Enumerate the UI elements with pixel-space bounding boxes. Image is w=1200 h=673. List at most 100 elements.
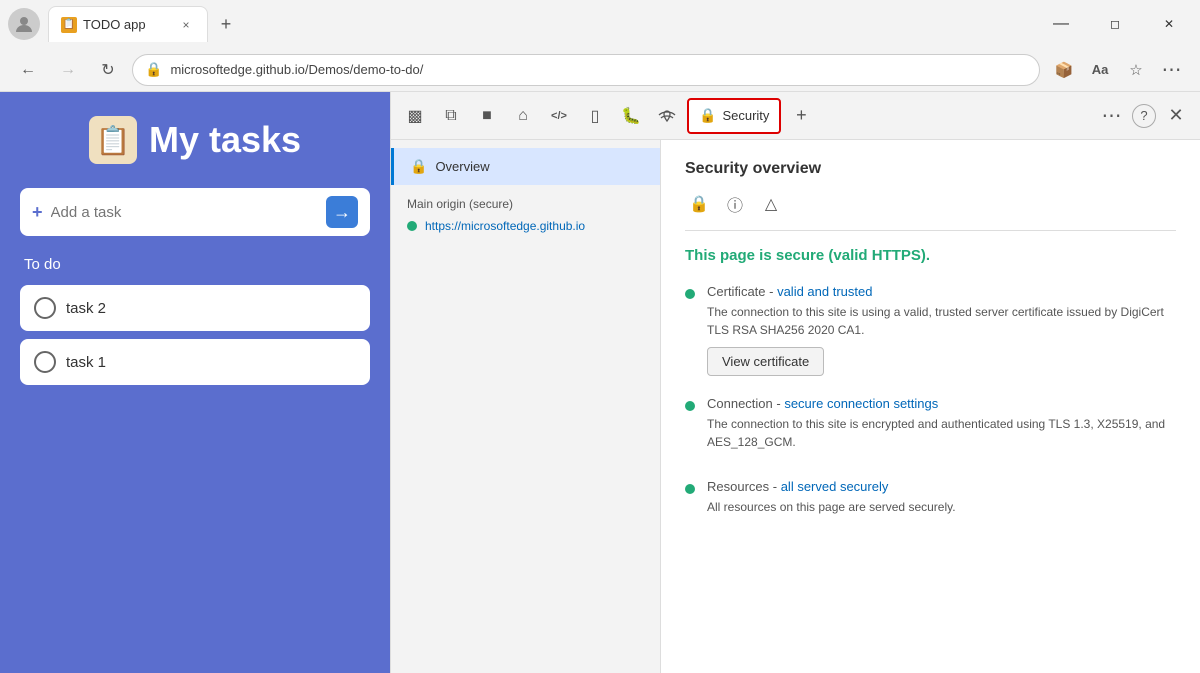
copy-tool-button[interactable]: ⧉ [435, 100, 467, 132]
connection-bullet [685, 401, 695, 411]
devtools-help-button[interactable]: ? [1132, 104, 1156, 128]
connection-content: Connection - secure connection settings … [707, 396, 1176, 459]
resources-section: Resources - all served securely All reso… [685, 479, 1176, 524]
more-menu-button[interactable]: ⋯ [1156, 54, 1188, 86]
task-label: task 1 [66, 354, 106, 371]
tab-favicon: 📋 [61, 17, 77, 33]
app-icon: 📋 [89, 116, 137, 164]
browser-content: 📋 My tasks + → To do task 2 task 1 [0, 92, 1200, 673]
add-tab-button[interactable]: + [785, 100, 817, 132]
view-certificate-button[interactable]: View certificate [707, 347, 824, 376]
devtools-close-button[interactable]: ✕ [1160, 100, 1192, 132]
security-main: Security overview 🔒 ⓘ △ This page is sec… [661, 140, 1200, 673]
certificate-bullet [685, 289, 695, 299]
security-sidebar: 🔒 Overview Main origin (secure) https://… [391, 140, 661, 673]
overview-nav-label: Overview [435, 159, 489, 174]
connection-link[interactable]: secure connection settings [784, 396, 938, 411]
close-button[interactable]: ✕ [1146, 8, 1192, 40]
nav-bar: ← → ↻ 🔒 microsoftedge.github.io/Demos/de… [0, 48, 1200, 92]
connection-title-plain: Connection - [707, 396, 784, 411]
connection-item: Connection - secure connection settings … [685, 396, 1176, 459]
add-task-input[interactable] [51, 204, 326, 221]
favorites-icon[interactable]: ☆ [1120, 54, 1152, 86]
certificate-content: Certificate - valid and trusted The conn… [707, 284, 1176, 376]
task-item[interactable]: task 2 [20, 285, 370, 331]
secure-message: This page is secure (valid HTTPS). [685, 247, 1176, 264]
sidebar-tool-button[interactable]: ■ [471, 100, 503, 132]
bug-tool-button[interactable]: 🐛 [615, 100, 647, 132]
security-icon-bar: 🔒 ⓘ △ [685, 190, 1176, 231]
devtools-more-button[interactable]: ⋯ [1096, 100, 1128, 132]
devtools-panel: ▩ ⧉ ■ ⌂ </> ▯ 🐛 🔒 Security [390, 92, 1200, 673]
code-tool-button[interactable]: </> [543, 100, 575, 132]
lock-status-icon[interactable]: 🔒 [685, 190, 713, 218]
home-tool-button[interactable]: ⌂ [507, 100, 539, 132]
origin-item: https://microsoftedge.github.io [407, 219, 644, 233]
device-tool-button[interactable]: ▯ [579, 100, 611, 132]
todo-section-title: To do [20, 256, 61, 273]
tab-close-button[interactable]: × [177, 16, 195, 34]
origin-section: Main origin (secure) https://microsofted… [391, 185, 660, 245]
security-tab-label: Security [722, 108, 769, 123]
read-aloud-icon[interactable]: Aa [1084, 54, 1116, 86]
info-status-icon[interactable]: ⓘ [721, 190, 749, 218]
nav-actions: 📦 Aa ☆ ⋯ [1048, 54, 1188, 86]
resources-item: Resources - all served securely All reso… [685, 479, 1176, 524]
warning-status-icon[interactable]: △ [757, 190, 785, 218]
connection-title: Connection - secure connection settings [707, 396, 1176, 411]
security-tab-icon: 🔒 [699, 107, 716, 124]
network-tool-button[interactable] [651, 100, 683, 132]
connection-description: The connection to this site is encrypted… [707, 415, 1176, 451]
resources-title: Resources - all served securely [707, 479, 1176, 494]
origin-label: Main origin (secure) [407, 197, 644, 211]
profile-icon[interactable] [8, 8, 40, 40]
certificate-item: Certificate - valid and trusted The conn… [685, 284, 1176, 376]
resources-link[interactable]: all served securely [781, 479, 889, 494]
security-tab[interactable]: 🔒 Security [687, 98, 781, 134]
tab-title: TODO app [83, 17, 171, 32]
origin-link[interactable]: https://microsoftedge.github.io [425, 219, 585, 233]
title-bar-controls: — ◻ ✕ [1038, 8, 1192, 40]
active-tab[interactable]: 📋 TODO app × [48, 6, 208, 42]
origin-dot [407, 221, 417, 231]
certificate-section: Certificate - valid and trusted The conn… [685, 284, 1176, 376]
cast-tool-button[interactable]: ▩ [399, 100, 431, 132]
app-title: My tasks [149, 119, 301, 161]
security-overview-nav[interactable]: 🔒 Overview [391, 148, 660, 185]
app-header: 📋 My tasks [89, 116, 301, 164]
certificate-link[interactable]: valid and trusted [777, 284, 872, 299]
title-bar: 📋 TODO app × + — ◻ ✕ [0, 0, 1200, 48]
address-text: microsoftedge.github.io/Demos/demo-to-do… [170, 62, 1027, 77]
certificate-title: Certificate - valid and trusted [707, 284, 1176, 299]
resources-title-plain: Resources - [707, 479, 781, 494]
certificate-title-plain: Certificate - [707, 284, 777, 299]
add-task-button[interactable]: → [326, 196, 358, 228]
new-tab-button[interactable]: + [212, 10, 240, 38]
resources-content: Resources - all served securely All reso… [707, 479, 1176, 524]
task-checkbox[interactable] [34, 351, 56, 373]
tab-bar: 📋 TODO app × + [48, 6, 1030, 42]
devtools-toolbar: ▩ ⧉ ■ ⌂ </> ▯ 🐛 🔒 Security [391, 92, 1200, 140]
task-list: task 2 task 1 [20, 285, 370, 385]
add-task-bar: + → [20, 188, 370, 236]
browser-window: 📋 TODO app × + — ◻ ✕ ← → ↻ 🔒 microsofted… [0, 0, 1200, 673]
task-item[interactable]: task 1 [20, 339, 370, 385]
address-bar[interactable]: 🔒 microsoftedge.github.io/Demos/demo-to-… [132, 54, 1040, 86]
refresh-button[interactable]: ↻ [92, 54, 124, 86]
minimize-button[interactable]: — [1038, 8, 1084, 40]
overview-lock-icon: 🔒 [410, 158, 427, 175]
back-button[interactable]: ← [12, 54, 44, 86]
connection-section: Connection - secure connection settings … [685, 396, 1176, 459]
resources-bullet [685, 484, 695, 494]
add-task-plus-icon: + [32, 202, 43, 223]
forward-button[interactable]: → [52, 54, 84, 86]
restore-button[interactable]: ◻ [1092, 8, 1138, 40]
todo-app: 📋 My tasks + → To do task 2 task 1 [0, 92, 390, 673]
resources-description: All resources on this page are served se… [707, 498, 1176, 516]
devtools-body: 🔒 Overview Main origin (secure) https://… [391, 140, 1200, 673]
security-panel-title: Security overview [685, 160, 1176, 178]
security-lock-icon: 🔒 [145, 61, 162, 78]
task-checkbox[interactable] [34, 297, 56, 319]
bag-icon[interactable]: 📦 [1048, 54, 1080, 86]
certificate-description: The connection to this site is using a v… [707, 303, 1176, 339]
